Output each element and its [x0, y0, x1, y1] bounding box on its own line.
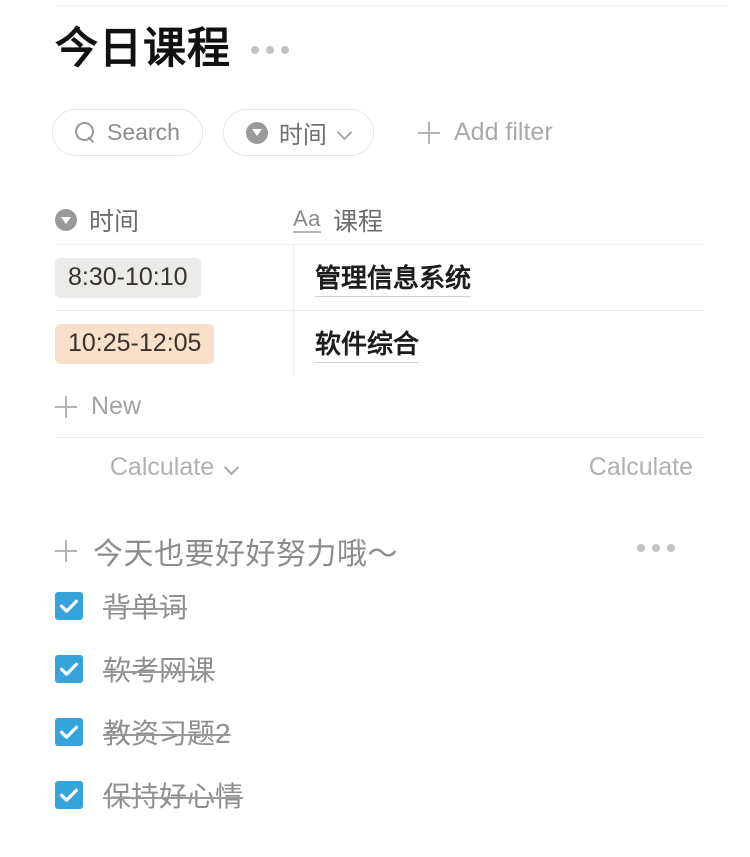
- calculate-label: Calculate: [109, 452, 215, 481]
- list-item[interactable]: 软考网课: [55, 637, 705, 700]
- new-row-button[interactable]: New: [55, 376, 705, 438]
- calculate-button-course[interactable]: Calculate: [293, 453, 705, 482]
- select-property-icon: [245, 121, 268, 144]
- list-item[interactable]: 保持好心情: [55, 763, 705, 826]
- checklist-section: 今天也要好好努力哦～ 背单词 软考网课 教资习题2 保持好心情: [55, 528, 705, 826]
- checklist-heading: 今天也要好好努力哦～: [93, 538, 398, 571]
- checkbox-checked[interactable]: [55, 780, 83, 809]
- filter-chip-time[interactable]: 时间: [222, 109, 374, 156]
- list-item-label: 背单词: [103, 591, 188, 623]
- list-item[interactable]: 背单词: [55, 574, 705, 637]
- course-title: 软件综合: [315, 324, 420, 363]
- page-header: 今日课程: [55, 25, 289, 73]
- table-row[interactable]: 10:25-12:05 软件综合: [55, 310, 705, 376]
- scrollbar[interactable]: [738, 440, 746, 857]
- filter-bar: Search 时间: [52, 109, 374, 156]
- column-header-label: 课程: [332, 208, 383, 236]
- column-header-time[interactable]: 时间: [55, 202, 293, 238]
- checkbox-checked[interactable]: [55, 591, 83, 620]
- ellipsis-icon[interactable]: [251, 45, 289, 54]
- search-label: Search: [107, 119, 180, 145]
- add-filter-button[interactable]: Add filter: [418, 118, 553, 147]
- column-header-label: 时间: [89, 208, 140, 236]
- add-filter-label: Add filter: [454, 118, 553, 146]
- chevron-down-icon: [225, 461, 238, 474]
- table-row[interactable]: 8:30-10:10 管理信息系统: [55, 244, 705, 310]
- time-tag: 10:25-12:05: [55, 323, 215, 364]
- cell-course[interactable]: 软件综合: [293, 311, 705, 376]
- checklist-header: 今天也要好好努力哦～: [55, 528, 705, 574]
- list-item[interactable]: 教资习题2: [55, 700, 705, 763]
- calculate-label: Calculate: [588, 452, 693, 481]
- cell-course[interactable]: 管理信息系统: [293, 245, 705, 310]
- time-tag: 8:30-10:10: [55, 257, 201, 298]
- checkbox-checked[interactable]: [55, 717, 83, 746]
- column-header-course[interactable]: Aa 课程: [293, 202, 383, 238]
- list-item-label: 保持好心情: [103, 780, 244, 812]
- course-title: 管理信息系统: [315, 258, 472, 297]
- plus-icon[interactable]: [55, 540, 77, 562]
- chevron-down-icon: [338, 126, 351, 139]
- plus-icon: [418, 121, 440, 144]
- search-icon: [75, 122, 96, 143]
- calculate-button-time[interactable]: Calculate: [55, 453, 293, 482]
- cell-time[interactable]: 10:25-12:05: [55, 323, 293, 364]
- top-divider: [55, 5, 727, 6]
- table-footer-row: Calculate Calculate: [55, 438, 705, 496]
- ellipsis-icon[interactable]: [637, 544, 675, 552]
- list-item-label: 软考网课: [103, 654, 216, 686]
- cell-time[interactable]: 8:30-10:10: [55, 257, 293, 298]
- list-item-label: 教资习题2: [103, 717, 231, 749]
- new-row-label: New: [91, 392, 142, 420]
- plus-icon: [55, 395, 77, 418]
- select-property-icon: [55, 209, 77, 231]
- search-chip[interactable]: Search: [52, 109, 203, 156]
- page-root: 今日课程 Search 时间 Add filter 时间 Aa 课程 8:30-…: [0, 0, 750, 857]
- checkbox-checked[interactable]: [55, 654, 83, 683]
- text-property-icon: Aa: [293, 206, 321, 233]
- filter-chip-label: 时间: [278, 122, 327, 149]
- database-table: 时间 Aa 课程 8:30-10:10 管理信息系统 10:25-12:05 软…: [55, 196, 705, 496]
- table-header-row: 时间 Aa 课程: [55, 196, 705, 244]
- page-title: 今日课程: [55, 25, 231, 73]
